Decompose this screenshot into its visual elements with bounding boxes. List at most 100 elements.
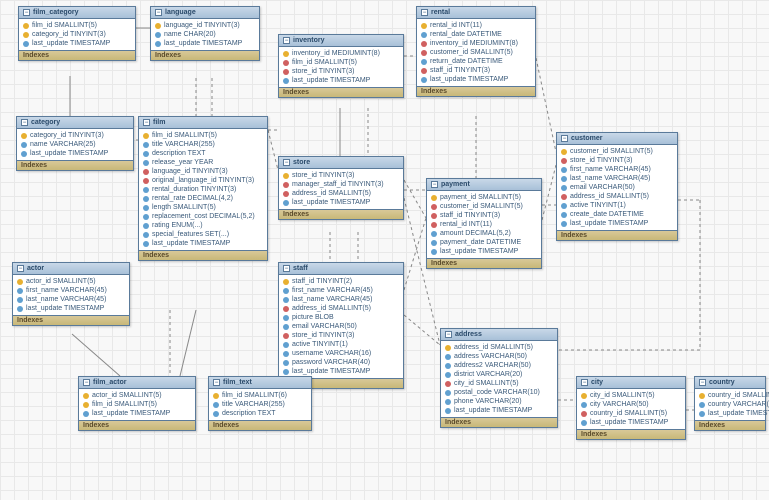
table-header[interactable]: −language bbox=[151, 7, 259, 19]
column[interactable]: store_id TINYINT(3) bbox=[279, 331, 403, 340]
column[interactable]: last_update TIMESTAMP bbox=[417, 75, 535, 84]
column[interactable]: last_update TIMESTAMP bbox=[577, 418, 685, 427]
column[interactable]: city_id SMALLINT(5) bbox=[441, 379, 557, 388]
column[interactable]: film_id SMALLINT(6) bbox=[209, 391, 311, 400]
column[interactable]: replacement_cost DECIMAL(5,2) bbox=[139, 212, 267, 221]
table-film[interactable]: −film film_id SMALLINT(5)title VARCHAR(25… bbox=[138, 116, 268, 261]
table-category[interactable]: −categorycategory_id TINYINT(3)name VARC… bbox=[16, 116, 134, 171]
table-header[interactable]: −film_actor bbox=[79, 377, 195, 389]
column[interactable]: rental_duration TINYINT(3) bbox=[139, 185, 267, 194]
indexes-section[interactable]: Indexes bbox=[427, 258, 541, 268]
column[interactable]: last_update TIMESTAMP bbox=[427, 247, 541, 256]
table-header[interactable]: −film bbox=[139, 117, 267, 129]
table-header[interactable]: −rental bbox=[417, 7, 535, 19]
column[interactable]: active TINYINT(1) bbox=[279, 340, 403, 349]
indexes-section[interactable]: Indexes bbox=[209, 420, 311, 430]
column[interactable]: store_id TINYINT(3) bbox=[557, 156, 677, 165]
column[interactable]: last_name VARCHAR(45) bbox=[13, 295, 129, 304]
column[interactable]: address_id SMALLINT(5) bbox=[279, 304, 403, 313]
table-film_actor[interactable]: −film_actoractor_id SMALLINT(5)film_id S… bbox=[78, 376, 196, 431]
column[interactable]: password VARCHAR(40) bbox=[279, 358, 403, 367]
collapse-icon[interactable]: − bbox=[143, 119, 150, 126]
table-country[interactable]: −countrycountry_id SMALLINT(5)country VA… bbox=[694, 376, 766, 431]
table-header[interactable]: −film_category bbox=[19, 7, 135, 19]
table-address[interactable]: −address address_id SMALLINT(5)address VA… bbox=[440, 328, 558, 428]
column[interactable]: address2 VARCHAR(50) bbox=[441, 361, 557, 370]
column[interactable]: rating ENUM(...) bbox=[139, 221, 267, 230]
column[interactable]: last_name VARCHAR(45) bbox=[279, 295, 403, 304]
table-header[interactable]: −staff bbox=[279, 263, 403, 275]
column[interactable]: country VARCHAR(50) bbox=[695, 400, 765, 409]
table-header[interactable]: −address bbox=[441, 329, 557, 341]
column[interactable]: rental_date DATETIME bbox=[417, 30, 535, 39]
column[interactable]: film_id SMALLINT(5) bbox=[79, 400, 195, 409]
column[interactable]: title VARCHAR(255) bbox=[139, 140, 267, 149]
column[interactable]: city_id SMALLINT(5) bbox=[577, 391, 685, 400]
indexes-section[interactable]: Indexes bbox=[19, 50, 135, 60]
column[interactable]: address VARCHAR(50) bbox=[441, 352, 557, 361]
column[interactable]: first_name VARCHAR(45) bbox=[557, 165, 677, 174]
table-staff[interactable]: −staffstaff_id TINYINT(2)first_name VARC… bbox=[278, 262, 404, 389]
column[interactable]: district VARCHAR(20) bbox=[441, 370, 557, 379]
column[interactable]: last_update TIMESTAMP bbox=[139, 239, 267, 248]
table-rental[interactable]: −rental rental_id INT(11)rental_date DATE… bbox=[416, 6, 536, 97]
column[interactable]: inventory_id MEDIUMINT(8) bbox=[417, 39, 535, 48]
indexes-section[interactable]: Indexes bbox=[151, 50, 259, 60]
table-header[interactable]: −store bbox=[279, 157, 403, 169]
column[interactable]: last_update TIMESTAMP bbox=[695, 409, 765, 418]
column[interactable]: language_id TINYINT(3) bbox=[151, 21, 259, 30]
column[interactable]: address_id SMALLINT(5) bbox=[279, 189, 403, 198]
column[interactable]: last_update TIMESTAMP bbox=[19, 39, 135, 48]
table-header[interactable]: −actor bbox=[13, 263, 129, 275]
table-header[interactable]: −category bbox=[17, 117, 133, 129]
collapse-icon[interactable]: − bbox=[699, 379, 706, 386]
collapse-icon[interactable]: − bbox=[213, 379, 220, 386]
collapse-icon[interactable]: − bbox=[83, 379, 90, 386]
column[interactable]: address_id SMALLINT(5) bbox=[441, 343, 557, 352]
column[interactable]: name VARCHAR(25) bbox=[17, 140, 133, 149]
column[interactable]: last_update TIMESTAMP bbox=[279, 76, 403, 85]
column[interactable]: original_language_id TINYINT(3) bbox=[139, 176, 267, 185]
column[interactable]: last_update TIMESTAMP bbox=[279, 367, 403, 376]
collapse-icon[interactable]: − bbox=[283, 159, 290, 166]
column[interactable]: film_id SMALLINT(5) bbox=[19, 21, 135, 30]
column[interactable]: email VARCHAR(50) bbox=[279, 322, 403, 331]
indexes-section[interactable]: Indexes bbox=[441, 417, 557, 427]
collapse-icon[interactable]: − bbox=[23, 9, 30, 16]
indexes-section[interactable]: Indexes bbox=[139, 250, 267, 260]
column[interactable]: language_id TINYINT(3) bbox=[139, 167, 267, 176]
table-payment[interactable]: −paymentpayment_id SMALLINT(5)customer_i… bbox=[426, 178, 542, 269]
indexes-section[interactable]: Indexes bbox=[695, 420, 765, 430]
column[interactable]: release_year YEAR bbox=[139, 158, 267, 167]
column[interactable]: film_id SMALLINT(5) bbox=[279, 58, 403, 67]
collapse-icon[interactable]: − bbox=[283, 37, 290, 44]
table-customer[interactable]: −customercustomer_id SMALLINT(5)store_id… bbox=[556, 132, 678, 241]
column[interactable]: film_id SMALLINT(5) bbox=[139, 131, 267, 140]
column[interactable]: city VARCHAR(50) bbox=[577, 400, 685, 409]
table-store[interactable]: −storestore_id TINYINT(3)manager_staff_i… bbox=[278, 156, 404, 220]
column[interactable]: rental_rate DECIMAL(4,2) bbox=[139, 194, 267, 203]
indexes-section[interactable]: Indexes bbox=[557, 230, 677, 240]
column[interactable]: address_id SMALLINT(5) bbox=[557, 192, 677, 201]
column[interactable]: category_id TINYINT(3) bbox=[19, 30, 135, 39]
column[interactable]: customer_id SMALLINT(5) bbox=[427, 202, 541, 211]
column[interactable]: email VARCHAR(50) bbox=[557, 183, 677, 192]
column[interactable]: return_date DATETIME bbox=[417, 57, 535, 66]
collapse-icon[interactable]: − bbox=[445, 331, 452, 338]
column[interactable]: staff_id TINYINT(3) bbox=[417, 66, 535, 75]
table-inventory[interactable]: −inventoryinventory_id MEDIUMINT(8)film_… bbox=[278, 34, 404, 98]
indexes-section[interactable]: Indexes bbox=[279, 209, 403, 219]
collapse-icon[interactable]: − bbox=[283, 265, 290, 272]
collapse-icon[interactable]: − bbox=[155, 9, 162, 16]
column[interactable]: last_update TIMESTAMP bbox=[279, 198, 403, 207]
table-header[interactable]: −customer bbox=[557, 133, 677, 145]
column[interactable]: rental_id INT(11) bbox=[417, 21, 535, 30]
column[interactable]: last_update TIMESTAMP bbox=[79, 409, 195, 418]
column[interactable]: picture BLOB bbox=[279, 313, 403, 322]
column[interactable]: first_name VARCHAR(45) bbox=[13, 286, 129, 295]
column[interactable]: active TINYINT(1) bbox=[557, 201, 677, 210]
column[interactable]: staff_id TINYINT(2) bbox=[279, 277, 403, 286]
column[interactable]: description TEXT bbox=[209, 409, 311, 418]
indexes-section[interactable]: Indexes bbox=[279, 87, 403, 97]
table-city[interactable]: −citycity_id SMALLINT(5)city VARCHAR(50)… bbox=[576, 376, 686, 440]
